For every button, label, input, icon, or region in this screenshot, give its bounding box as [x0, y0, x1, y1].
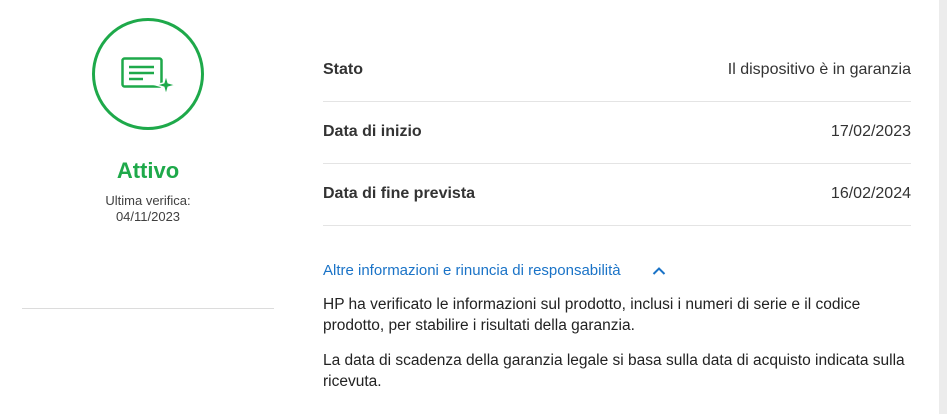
warranty-status-card: Attivo Ultima verifica: 04/11/2023 — [22, 0, 274, 310]
scrollbar[interactable] — [939, 0, 947, 414]
detail-label: Stato — [323, 61, 363, 78]
last-check-date: 04/11/2023 — [115, 209, 181, 224]
more-info-link[interactable]: Altre informazioni e rinuncia di respons… — [323, 262, 621, 279]
status-title: Attivo — [116, 158, 180, 183]
disclaimer-paragraph: La data di scadenza della garanzia legal… — [323, 352, 905, 390]
status-badge — [92, 18, 204, 130]
divider — [22, 308, 274, 309]
detail-value: Il dispositivo è in garanzia — [727, 61, 911, 78]
warranty-details: Stato Il dispositivo è in garanzia Data … — [323, 40, 911, 226]
detail-row-end-date: Data di fine prevista 16/02/2024 — [323, 164, 911, 226]
detail-row-status: Stato Il dispositivo è in garanzia — [323, 40, 911, 102]
detail-value: 17/02/2023 — [830, 123, 911, 140]
last-check-label: Ultima verifica: — [105, 193, 191, 208]
detail-label: Data di fine prevista — [323, 185, 476, 202]
disclaimer-paragraph: HP ha verificato le informazioni sul pro… — [323, 296, 861, 334]
warranty-certificate-icon — [121, 57, 177, 97]
detail-value: 16/02/2024 — [830, 185, 911, 202]
chevron-up-icon[interactable] — [652, 266, 666, 276]
detail-row-start-date: Data di inizio 17/02/2023 — [323, 102, 911, 164]
detail-label: Data di inizio — [323, 123, 422, 140]
